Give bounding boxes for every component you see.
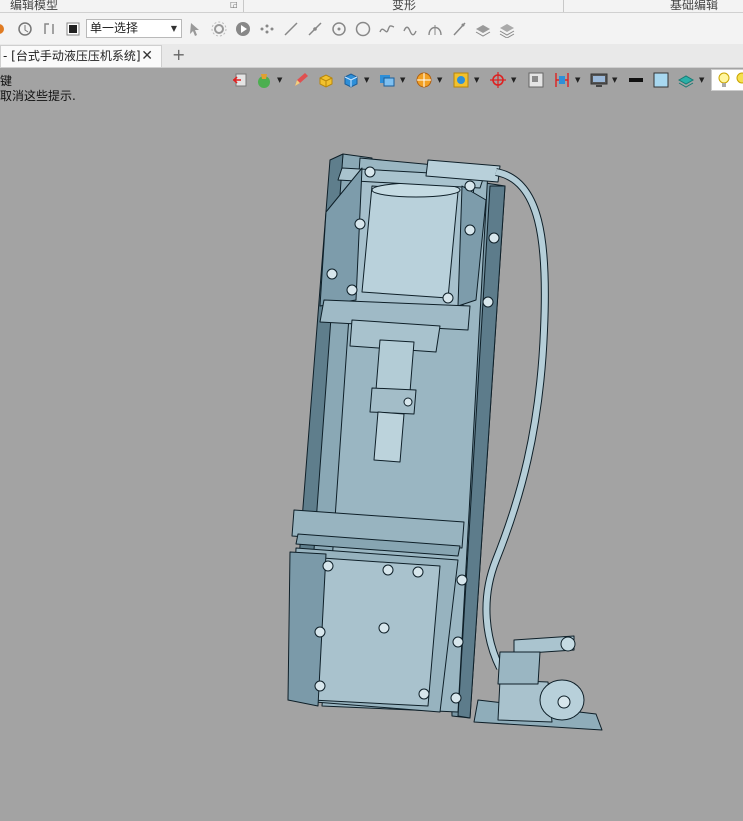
piston-rod <box>373 411 405 463</box>
bolt <box>314 680 326 692</box>
bolt <box>464 224 476 236</box>
bolt <box>442 292 454 304</box>
piston-rod-sleeve <box>375 339 415 393</box>
bolt <box>364 166 376 178</box>
bolt <box>488 232 500 244</box>
bolt <box>314 626 326 638</box>
pump-handle-knob <box>560 636 576 652</box>
pump-valve-block <box>497 651 541 685</box>
bolt <box>452 636 464 648</box>
lower-front-face <box>311 557 441 707</box>
bolt <box>354 218 366 230</box>
bolt <box>403 397 413 407</box>
hydraulic-cylinder <box>361 185 459 299</box>
hydraulic-press-model[interactable] <box>0 0 743 821</box>
bolt <box>322 560 334 572</box>
bolt <box>464 180 476 192</box>
bolt <box>326 268 338 280</box>
bolt <box>456 574 468 586</box>
bolt <box>382 564 394 576</box>
bolt <box>418 688 430 700</box>
bolt <box>450 692 462 704</box>
pump-reservoir-cap <box>557 695 571 709</box>
bolt <box>482 296 494 308</box>
bolt <box>346 284 358 296</box>
bolt <box>378 622 390 634</box>
bolt <box>412 566 424 578</box>
